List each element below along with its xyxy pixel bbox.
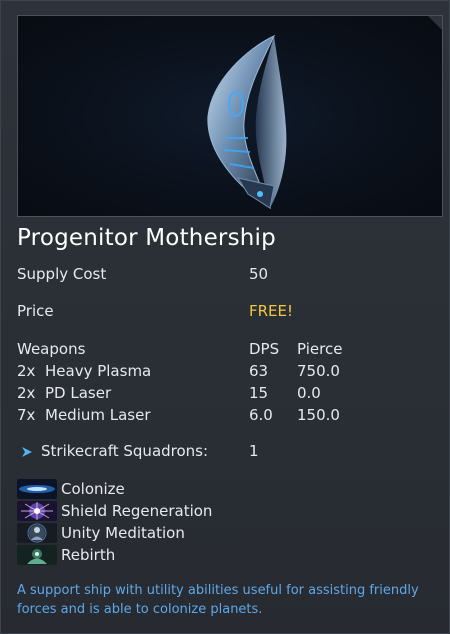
ship-name: Progenitor Mothership: [17, 225, 276, 251]
mothership-render-image: [207, 34, 287, 210]
weapon-dps: 15: [249, 384, 269, 402]
ability-rebirth[interactable]: Rebirth: [17, 545, 115, 565]
weapons-label: Weapons: [17, 340, 86, 358]
weapon-dps: 63: [249, 362, 269, 380]
unity-meditation-icon: [17, 523, 57, 543]
ability-shield-regeneration[interactable]: Shield Regeneration: [17, 501, 212, 521]
weapon-count: 2x: [17, 362, 36, 380]
ability-label: Unity Meditation: [61, 524, 185, 542]
weapon-pierce: 150.0: [297, 406, 340, 424]
corner-notch-icon: [428, 16, 442, 30]
weapon-count: 2x: [17, 384, 36, 402]
weapon-pierce: 750.0: [297, 362, 340, 380]
shield-regeneration-icon: [17, 501, 57, 521]
rebirth-icon: [17, 545, 57, 565]
colonize-icon: [17, 479, 57, 499]
weapon-name: Heavy Plasma: [45, 362, 152, 380]
dps-header: DPS: [249, 340, 280, 358]
strikecraft-label: Strikecraft Squadrons:: [41, 442, 209, 460]
ability-label: Colonize: [61, 480, 125, 498]
ability-label: Rebirth: [61, 546, 116, 564]
ability-colonize[interactable]: Colonize: [17, 479, 125, 499]
ship-tooltip-panel: Progenitor Mothership Supply Cost 50 Pri…: [0, 0, 450, 634]
pierce-header: Pierce: [297, 340, 343, 358]
weapon-dps: 6.0: [249, 406, 273, 424]
weapon-name: PD Laser: [45, 384, 112, 402]
ship-description: A support ship with utility abilities us…: [17, 583, 419, 617]
weapon-name: Medium Laser: [45, 406, 151, 424]
supply-cost-value: 50: [249, 265, 269, 283]
supply-cost-label: Supply Cost: [17, 265, 107, 283]
strikecraft-value: 1: [249, 442, 259, 460]
ability-label: Shield Regeneration: [61, 502, 213, 520]
price-label: Price: [17, 302, 54, 320]
ability-unity-meditation[interactable]: Unity Meditation: [17, 523, 185, 543]
price-value: FREE!: [249, 302, 294, 320]
ship-preview: [17, 15, 443, 217]
strikecraft-icon: [22, 447, 32, 457]
weapon-count: 7x: [17, 406, 36, 424]
weapon-pierce: 0.0: [297, 384, 321, 402]
